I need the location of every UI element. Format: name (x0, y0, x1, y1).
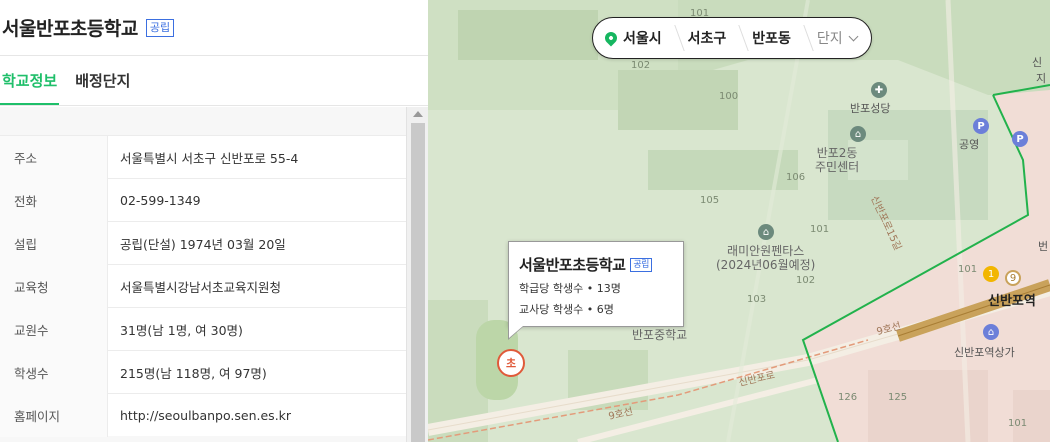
chevron-down-icon (848, 31, 859, 41)
map-label: 126 (838, 392, 858, 403)
info-scroll-area[interactable]: 주소 서울특별시 서초구 신반포로 55-4 전화 02-599-1349 설립… (0, 107, 428, 442)
school-info-panel: 서울반포초등학교 공립 학교정보 배정단지 주소 서울특별시 서초구 신반포로 … (0, 0, 428, 442)
map-label-edge: 신 (1032, 56, 1043, 69)
map-label: 125 (888, 392, 908, 403)
info-label: 설립 (0, 221, 108, 265)
info-value: 서울특별시 서초구 신반포로 55-4 (120, 150, 299, 166)
school-marker-icon[interactable]: 초 (497, 349, 525, 377)
school-type-badge: 공립 (145, 18, 175, 37)
map-label: 100 (719, 91, 739, 102)
info-row-phone: 전화 02-599-1349 (0, 178, 406, 222)
info-value: 02-599-1349 (120, 192, 201, 208)
map-label-pentas: 래미안원펜타스 (2024년06월예정) (716, 244, 816, 272)
info-label: 주소 (0, 135, 108, 179)
tab-school-info[interactable]: 학교정보 (0, 70, 60, 105)
map-label: 106 (786, 172, 806, 183)
community-center-icon[interactable]: ⌂ (850, 126, 866, 142)
info-row-education-office: 교육청 서울특별시강남서초교육지원청 (0, 264, 406, 308)
popup-type-badge: 공립 (630, 257, 652, 272)
breadcrumb-dong[interactable]: 반포동 (752, 28, 791, 48)
homepage-link[interactable]: http://seoulbanpo.sen.es.kr (108, 408, 291, 423)
map-label: 103 (747, 294, 767, 305)
tab-assigned-complex[interactable]: 배정단지 (75, 70, 130, 105)
map-label: 101 (958, 264, 978, 275)
map-label-church: 반포성당 (850, 102, 891, 115)
apartment-icon[interactable]: ⌂ (758, 224, 774, 240)
church-icon[interactable]: ✚ (871, 82, 887, 98)
breadcrumb-separator (664, 25, 685, 51)
map-label-edge: 번 (1038, 240, 1049, 253)
map-label-center: 반포2동 주민센터 (815, 146, 860, 174)
location-pin-icon (602, 29, 620, 47)
line1-badge-icon: 1 (983, 266, 999, 282)
popup-students-per-teacher: 교사당 학생수 • 6명 (519, 303, 614, 316)
breadcrumb-district[interactable]: 서초구 (688, 28, 727, 48)
popup-title-row: 서울반포초등학교 공립 (519, 254, 673, 275)
school-popup[interactable]: 서울반포초등학교 공립 학급당 학생수 • 13명 교사당 학생수 • 6명 (508, 241, 684, 340)
map-label: 101 (1008, 418, 1028, 429)
info-row-students: 학생수 215명(남 118명, 여 97명) (0, 350, 406, 394)
map-label: 102 (631, 60, 651, 71)
map-label: 105 (700, 195, 720, 206)
map-label-parking: 공영 (959, 138, 980, 151)
map-label: 101 (810, 224, 830, 235)
scroll-up-arrow-icon[interactable] (413, 111, 423, 117)
map-label-station[interactable]: 신반포역 (988, 290, 1036, 309)
tab-bar: 학교정보 배정단지 (0, 56, 428, 106)
breadcrumb-city-label: 서울시 (623, 31, 662, 47)
shopping-icon[interactable]: ⌂ (983, 324, 999, 340)
scroll-thumb[interactable] (411, 123, 425, 442)
breadcrumb-city[interactable]: 서울시 (602, 28, 662, 48)
complex-dropdown-label: 단지 (816, 31, 843, 47)
info-row-teachers: 교원수 31명(남 1명, 여 30명) (0, 307, 406, 351)
info-value: 31명(남 1명, 여 30명) (120, 322, 243, 338)
info-label: 홈페이지 (0, 393, 108, 437)
popup-students-per-class: 학급당 학생수 • 13명 (519, 282, 621, 295)
info-value: 서울특별시강남서초교육지원청 (120, 279, 282, 295)
map-view[interactable]: 101 102 100 106 105 101 102 103 101 126 … (428, 0, 1050, 442)
breadcrumb-separator (794, 25, 814, 51)
school-title: 서울반포초등학교 (2, 18, 138, 40)
info-value: 공립(단설) 1974년 03월 20일 (120, 236, 286, 252)
info-row-founded: 설립 공립(단설) 1974년 03월 20일 (0, 221, 406, 265)
info-label: 교원수 (0, 307, 108, 351)
info-label: 교육청 (0, 264, 108, 308)
info-label: 학생수 (0, 350, 108, 394)
info-value: 215명(남 118명, 여 97명) (120, 365, 267, 381)
popup-title: 서울반포초등학교 (519, 256, 626, 274)
region-breadcrumb[interactable]: 서울시 서초구 반포동 단지 (592, 17, 872, 59)
map-label-edge: 지 (1036, 72, 1047, 85)
map-label-middle-school: 반포중학교 (632, 328, 688, 342)
complex-dropdown[interactable]: 단지 (816, 28, 859, 48)
breadcrumb-separator (729, 25, 750, 51)
parking-icon[interactable]: P (973, 118, 989, 134)
map-label-mall: 신반포역상가 (954, 346, 1015, 359)
line9-badge-icon: 9 (1005, 270, 1021, 286)
scrollbar[interactable] (406, 107, 428, 442)
school-header: 서울반포초등학교 공립 (0, 0, 428, 56)
info-table: 주소 서울특별시 서초구 신반포로 55-4 전화 02-599-1349 설립… (0, 135, 406, 437)
info-label: 전화 (0, 178, 108, 222)
map-label: 102 (796, 275, 816, 286)
info-row-homepage: 홈페이지 http://seoulbanpo.sen.es.kr (0, 393, 406, 437)
parking-icon-2[interactable]: P (1012, 131, 1028, 147)
info-row-address: 주소 서울특별시 서초구 신반포로 55-4 (0, 135, 406, 179)
